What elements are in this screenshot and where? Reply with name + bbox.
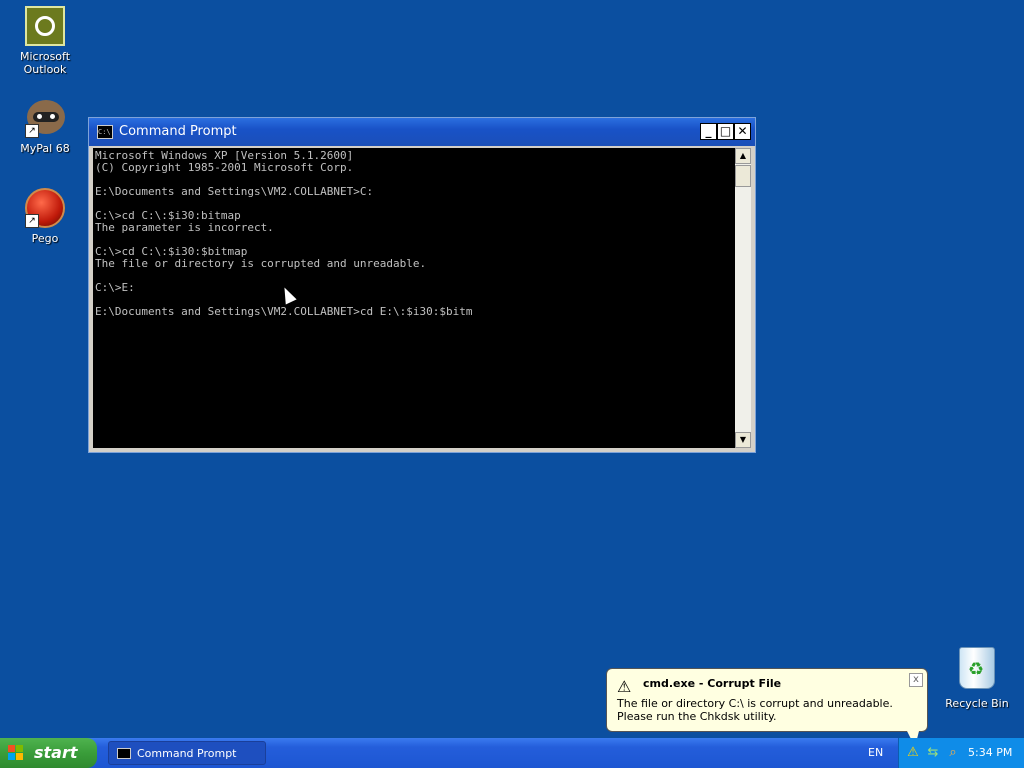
window-titlebar[interactable]: C:\ Command Prompt _ □ ✕: [89, 118, 755, 146]
clock[interactable]: 5:34 PM: [968, 746, 1012, 759]
notification-text: The file or directory C:\ is corrupt and…: [617, 697, 893, 723]
shortcut-arrow-icon: ↗: [25, 124, 39, 138]
network-tray-icon[interactable]: ⇆: [925, 745, 941, 761]
desktop-icon-label: Recycle Bin: [945, 697, 1009, 710]
corrupt-file-notification[interactable]: ⚠ cmd.exe - Corrupt File x The file or d…: [606, 668, 928, 747]
recycle-bin-icon: ♻: [955, 645, 999, 693]
search-tray-icon[interactable]: ⌕: [945, 745, 961, 761]
scroll-thumb[interactable]: [735, 165, 751, 187]
taskbar-button-command-prompt[interactable]: Command Prompt: [108, 741, 266, 765]
desktop-icon-label: MyPal 68: [20, 142, 70, 155]
raccoon-icon: ↗: [25, 98, 65, 138]
language-indicator[interactable]: EN: [868, 746, 883, 759]
red-ball-icon: ↗: [25, 188, 65, 228]
desktop-icon-pego[interactable]: ↗ Pego: [0, 188, 90, 245]
notification-title: cmd.exe - Corrupt File: [643, 677, 782, 690]
scroll-down-arrow-icon[interactable]: ▼: [735, 432, 751, 448]
cmd-app-icon: [117, 748, 131, 759]
start-button[interactable]: start: [0, 738, 97, 768]
desktop-icon-mypal[interactable]: ↗ MyPal 68: [0, 98, 90, 155]
windows-logo-icon: [8, 745, 24, 761]
desktop-icon-label: Microsoft Outlook: [19, 50, 71, 76]
outlook-icon: [25, 6, 65, 46]
taskbar-button-label: Command Prompt: [137, 747, 237, 760]
cmd-app-icon: C:\: [97, 125, 113, 139]
desktop-icon-label: Pego: [31, 232, 59, 245]
start-label: start: [34, 743, 78, 762]
vertical-scrollbar[interactable]: ▲ ▼: [735, 148, 751, 448]
desktop-icon-outlook[interactable]: Microsoft Outlook: [0, 6, 90, 76]
desktop-icon-recycle-bin[interactable]: ♻ Recycle Bin: [932, 645, 1022, 710]
console-output[interactable]: Microsoft Windows XP [Version 5.1.2600] …: [93, 148, 735, 448]
close-button[interactable]: ✕: [734, 123, 751, 140]
shortcut-arrow-icon: ↗: [25, 214, 39, 228]
scroll-up-arrow-icon[interactable]: ▲: [735, 148, 751, 164]
window-title: Command Prompt: [119, 124, 237, 139]
taskbar: start Command Prompt EN ⚠ ⇆ ⌕ 5:34 PM: [0, 738, 1024, 768]
warning-tray-icon[interactable]: ⚠: [905, 745, 921, 761]
command-prompt-window[interactable]: C:\ Command Prompt _ □ ✕ Microsoft Windo…: [88, 117, 756, 453]
maximize-button[interactable]: □: [717, 123, 734, 140]
notification-close-button[interactable]: x: [909, 673, 923, 687]
warning-icon: ⚠: [617, 677, 632, 696]
minimize-button[interactable]: _: [700, 123, 717, 140]
